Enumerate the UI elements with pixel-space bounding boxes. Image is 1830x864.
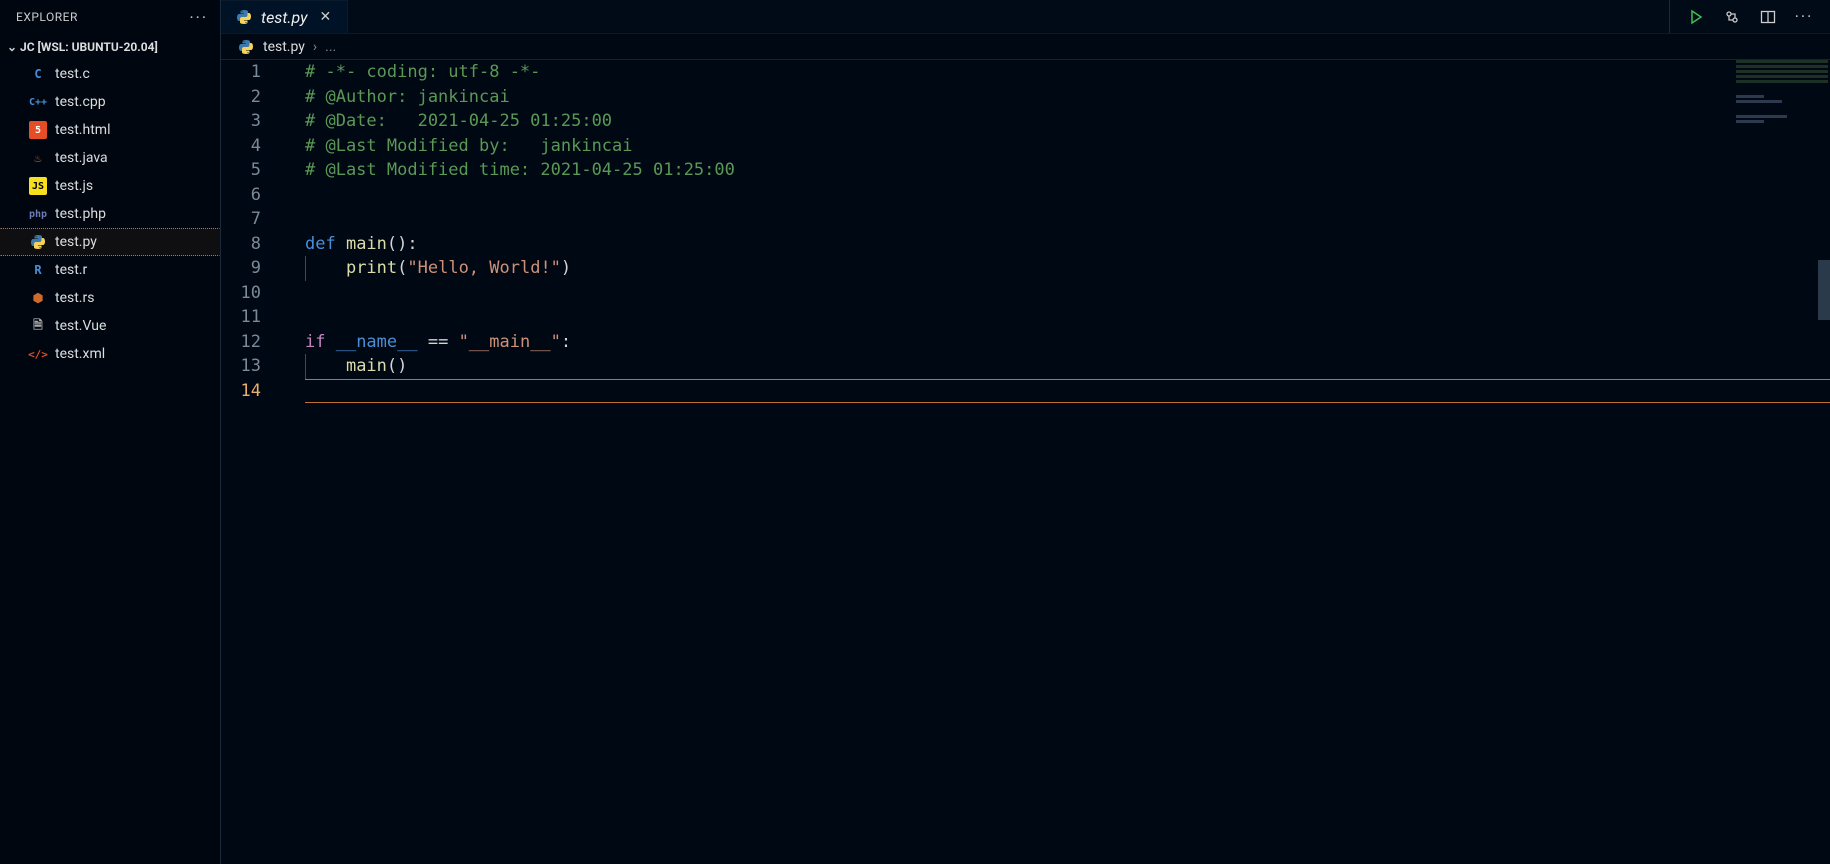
close-icon[interactable]: ✕ — [315, 9, 335, 25]
line-number: 7 — [221, 207, 261, 232]
line-number: 6 — [221, 183, 261, 208]
compare-changes-icon[interactable] — [1722, 7, 1742, 27]
file-item-test-xml[interactable]: </> test.xml — [0, 340, 220, 368]
cpp-file-icon: C++ — [29, 93, 47, 111]
file-item-test-c[interactable]: Ctest.c — [0, 60, 220, 88]
line-number: 5 — [221, 158, 261, 183]
file-label: test.cpp — [55, 94, 106, 110]
breadcrumb-rest: ... — [325, 39, 336, 55]
line-number: 4 — [221, 134, 261, 159]
editor-area: test.py ✕ ··· test.py › ... 123456789101… — [220, 0, 1830, 864]
explorer-title: EXPLORER — [16, 10, 78, 24]
html-file-icon: 5 — [29, 121, 47, 139]
python-file-icon — [29, 233, 47, 251]
rust-file-icon: ⬢ — [29, 289, 47, 307]
code-line[interactable]: # @Last Modified time: 2021-04-25 01:25:… — [305, 158, 1830, 183]
tab-label: test.py — [261, 8, 307, 27]
workspace-name: JC [WSL: UBUNTU-20.04] — [20, 40, 158, 54]
explorer-header: EXPLORER ··· — [0, 0, 220, 34]
code-line[interactable]: def main(): — [305, 232, 1830, 257]
vue-file-icon: 🗎 — [29, 317, 47, 335]
js-file-icon: JS — [29, 177, 47, 195]
code-line[interactable] — [305, 281, 1830, 306]
minimap[interactable] — [1736, 60, 1828, 140]
editor-actions: ··· — [1669, 0, 1830, 33]
explorer-more-icon[interactable]: ··· — [189, 8, 208, 27]
file-label: test.php — [55, 206, 106, 222]
line-number: 14 — [221, 379, 261, 404]
breadcrumb-file: test.py — [263, 39, 305, 55]
file-item-test-cpp[interactable]: C++ test.cpp — [0, 88, 220, 116]
line-number: 12 — [221, 330, 261, 355]
line-number: 1 — [221, 60, 261, 85]
file-label: test.java — [55, 150, 108, 166]
scrollbar-thumb[interactable] — [1818, 260, 1830, 320]
code-line[interactable]: # @Author: jankincai — [305, 85, 1830, 110]
python-file-icon — [235, 8, 253, 26]
chevron-right-icon: › — [313, 39, 317, 55]
line-number: 10 — [221, 281, 261, 306]
file-item-test-rs[interactable]: ⬢ test.rs — [0, 284, 220, 312]
code-line[interactable]: main() — [305, 354, 1830, 379]
run-icon[interactable] — [1686, 7, 1706, 27]
code-content[interactable]: # -*- coding: utf-8 -*-# @Author: jankin… — [277, 60, 1830, 864]
line-number-gutter: 1234567891011121314 — [221, 60, 277, 864]
breadcrumb[interactable]: test.py › ... — [221, 34, 1830, 60]
code-line[interactable] — [305, 379, 1830, 404]
code-line[interactable]: # @Date: 2021-04-25 01:25:00 — [305, 109, 1830, 134]
php-file-icon: php — [29, 205, 47, 223]
code-line[interactable]: print("Hello, World!") — [305, 256, 1830, 281]
line-number: 3 — [221, 109, 261, 134]
line-number: 9 — [221, 256, 261, 281]
file-item-test-Vue[interactable]: 🗎 test.Vue — [0, 312, 220, 340]
tab-bar: test.py ✕ ··· — [221, 0, 1830, 34]
file-label: test.c — [55, 66, 90, 82]
file-item-test-html[interactable]: 5 test.html — [0, 116, 220, 144]
file-item-test-py[interactable]: test.py — [0, 228, 220, 256]
file-item-test-java[interactable]: ♨ test.java — [0, 144, 220, 172]
file-label: test.py — [55, 234, 97, 250]
more-actions-icon[interactable]: ··· — [1794, 7, 1814, 27]
file-label: test.Vue — [55, 318, 106, 334]
code-line[interactable] — [305, 305, 1830, 330]
file-label: test.r — [55, 262, 87, 278]
c-file-icon: C — [29, 65, 47, 83]
file-label: test.rs — [55, 290, 94, 306]
line-number: 13 — [221, 354, 261, 379]
code-line[interactable] — [305, 207, 1830, 232]
line-number: 2 — [221, 85, 261, 110]
file-list: Ctest.c C++ test.cpp 5 test.html ♨ test.java JS… — [0, 60, 220, 368]
file-label: test.xml — [55, 346, 105, 362]
code-line[interactable]: if __name__ == "__main__": — [305, 330, 1830, 355]
file-label: test.html — [55, 122, 110, 138]
code-editor[interactable]: 1234567891011121314 # -*- coding: utf-8 … — [221, 60, 1830, 864]
line-number: 11 — [221, 305, 261, 330]
workspace-folder[interactable]: ⌄ JC [WSL: UBUNTU-20.04] — [0, 34, 220, 60]
file-item-test-r[interactable]: Rtest.r — [0, 256, 220, 284]
tab-test-py[interactable]: test.py ✕ — [221, 0, 348, 33]
file-item-test-php[interactable]: php test.php — [0, 200, 220, 228]
split-editor-icon[interactable] — [1758, 7, 1778, 27]
xml-file-icon: </> — [29, 345, 47, 363]
line-number: 8 — [221, 232, 261, 257]
indent-guide — [305, 256, 306, 281]
file-item-test-js[interactable]: JS test.js — [0, 172, 220, 200]
explorer-sidebar: EXPLORER ··· ⌄ JC [WSL: UBUNTU-20.04] Ct… — [0, 0, 220, 864]
code-line[interactable]: # @Last Modified by: jankincai — [305, 134, 1830, 159]
java-file-icon: ♨ — [29, 149, 47, 167]
python-file-icon — [237, 38, 255, 56]
file-label: test.js — [55, 178, 93, 194]
indent-guide — [305, 354, 306, 379]
code-line[interactable] — [305, 183, 1830, 208]
code-line[interactable]: # -*- coding: utf-8 -*- — [305, 60, 1830, 85]
chevron-down-icon: ⌄ — [4, 40, 20, 54]
r-file-icon: R — [29, 261, 47, 279]
